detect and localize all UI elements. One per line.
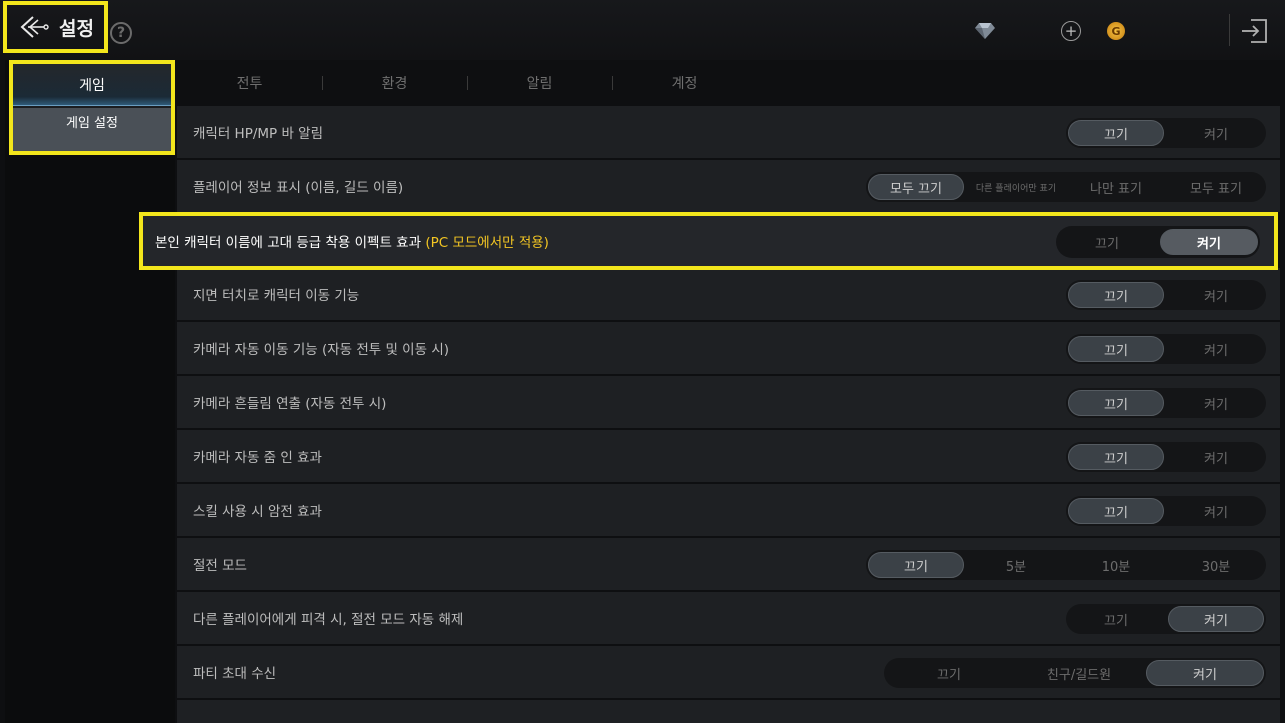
setting-label: 파티 초대 수신 <box>193 666 277 682</box>
option-30min[interactable]: 30분 <box>1168 552 1264 578</box>
tab-account[interactable]: 계정 <box>612 73 757 93</box>
option-off[interactable]: 끄기 <box>1068 606 1164 632</box>
toggle-group: 끄기 친구/길드원 켜기 <box>884 658 1266 688</box>
toggle-group: 끄기 켜기 <box>1066 334 1266 364</box>
tab-combat[interactable]: 전투 <box>177 73 322 93</box>
tab-environment[interactable]: 환경 <box>322 73 467 93</box>
setting-row-touch-move: 지면 터치로 캐릭터 이동 기능 끄기 켜기 <box>177 268 1280 320</box>
setting-row-partial <box>177 700 1280 723</box>
setting-row-party-invite: 파티 초대 수신 끄기 친구/길드원 켜기 <box>177 646 1280 698</box>
gold-coin-icon: G <box>1107 22 1125 40</box>
option-on[interactable]: 켜기 <box>1168 498 1264 524</box>
option-off[interactable]: 끄기 <box>1058 229 1156 255</box>
setting-label-text: 본인 캐릭터 이름에 고대 등급 착용 이펙트 효과 <box>155 235 426 251</box>
toggle-group: 모두 끄기 다른 플레이어만 표기 나만 표기 모두 표기 <box>866 172 1266 202</box>
setting-label: 본인 캐릭터 이름에 고대 등급 착용 이펙트 효과 (PC 모드에서만 적용) <box>155 231 549 251</box>
setting-label: 캐릭터 HP/MP 바 알림 <box>193 126 324 142</box>
option-me-only[interactable]: 나만 표기 <box>1068 174 1164 200</box>
option-off[interactable]: 끄기 <box>886 660 1012 686</box>
option-on[interactable]: 켜기 <box>1168 282 1264 308</box>
sidebar-item-game[interactable]: 게임 <box>13 64 171 106</box>
setting-row-player-info: 플레이어 정보 표시 (이름, 길드 이름) 모두 끄기 다른 플레이어만 표기… <box>177 160 1280 212</box>
toggle-group: 끄기 켜기 <box>1056 226 1260 258</box>
option-off[interactable]: 끄기 <box>1068 390 1164 416</box>
toggle-group: 끄기 켜기 <box>1066 388 1266 418</box>
option-off[interactable]: 끄기 <box>1068 498 1164 524</box>
option-on[interactable]: 켜기 <box>1168 444 1264 470</box>
option-off[interactable]: 끄기 <box>1068 120 1164 146</box>
option-5min[interactable]: 5분 <box>968 552 1064 578</box>
sidebar-menu: 게임 게임 설정 <box>9 60 175 155</box>
toggle-group: 끄기 켜기 <box>1066 280 1266 310</box>
option-off[interactable]: 끄기 <box>1068 282 1164 308</box>
option-on[interactable]: 켜기 <box>1168 336 1264 362</box>
setting-label: 카메라 자동 줌 인 효과 <box>193 450 322 466</box>
top-bar: 설정 ? + G <box>0 0 1285 60</box>
option-off[interactable]: 끄기 <box>1068 336 1164 362</box>
toggle-group: 끄기 켜기 <box>1066 496 1266 526</box>
back-arrow-icon <box>20 16 49 38</box>
option-off[interactable]: 끄기 <box>868 552 964 578</box>
exit-icon[interactable] <box>1240 16 1270 46</box>
divider <box>1229 14 1230 46</box>
setting-row-power-save-release: 다른 플레이어에게 피격 시, 절전 모드 자동 해제 끄기 켜기 <box>177 592 1280 644</box>
setting-label: 플레이어 정보 표시 (이름, 길드 이름) <box>193 180 404 196</box>
sidebar <box>5 60 175 723</box>
setting-label: 카메라 자동 이동 기능 (자동 전투 및 이동 시) <box>193 342 450 358</box>
diamond-icon <box>975 23 995 39</box>
option-others-only[interactable]: 다른 플레이어만 표기 <box>968 174 1064 200</box>
option-on[interactable]: 켜기 <box>1168 390 1264 416</box>
help-icon[interactable]: ? <box>110 22 132 44</box>
setting-row-hpmp-alert: 캐릭터 HP/MP 바 알림 끄기 켜기 <box>177 106 1280 158</box>
setting-label: 절전 모드 <box>193 558 247 574</box>
setting-row-camera-auto-move: 카메라 자동 이동 기능 (자동 전투 및 이동 시) 끄기 켜기 <box>177 322 1280 374</box>
setting-row-skill-darken: 스킬 사용 시 암전 효과 끄기 켜기 <box>177 484 1280 536</box>
option-friends-guild[interactable]: 친구/길드원 <box>1016 660 1142 686</box>
page-title: 설정 <box>59 17 94 40</box>
option-all-off[interactable]: 모두 끄기 <box>868 174 964 200</box>
option-on[interactable]: 켜기 <box>1168 120 1264 146</box>
setting-row-ancient-effect: 본인 캐릭터 이름에 고대 등급 착용 이펙트 효과 (PC 모드에서만 적용)… <box>139 212 1278 270</box>
setting-label: 스킬 사용 시 암전 효과 <box>193 504 322 520</box>
tab-notifications[interactable]: 알림 <box>467 73 612 93</box>
setting-label: 다른 플레이어에게 피격 시, 절전 모드 자동 해제 <box>193 612 464 628</box>
option-on[interactable]: 켜기 <box>1168 606 1264 632</box>
option-off[interactable]: 끄기 <box>1068 444 1164 470</box>
setting-row-camera-shake: 카메라 흔들림 연출 (자동 전투 시) 끄기 켜기 <box>177 376 1280 428</box>
setting-row-power-save: 절전 모드 끄기 5분 10분 30분 <box>177 538 1280 590</box>
plus-icon[interactable]: + <box>1061 21 1081 41</box>
tab-bar: 전투 환경 알림 계정 <box>177 60 1285 105</box>
back-button[interactable]: 설정 <box>3 1 108 53</box>
option-all-on[interactable]: 모두 표기 <box>1168 174 1264 200</box>
setting-label: 카메라 흔들림 연출 (자동 전투 시) <box>193 396 387 412</box>
sidebar-item-game-settings[interactable]: 게임 설정 <box>13 108 171 151</box>
option-on[interactable]: 켜기 <box>1160 229 1258 255</box>
toggle-group: 끄기 켜기 <box>1066 442 1266 472</box>
toggle-group: 끄기 5분 10분 30분 <box>866 550 1266 580</box>
setting-label: 지면 터치로 캐릭터 이동 기능 <box>193 288 360 304</box>
toggle-group: 끄기 켜기 <box>1066 604 1266 634</box>
option-10min[interactable]: 10분 <box>1068 552 1164 578</box>
setting-row-camera-zoom: 카메라 자동 줌 인 효과 끄기 켜기 <box>177 430 1280 482</box>
setting-label-note: (PC 모드에서만 적용) <box>425 235 549 251</box>
option-on[interactable]: 켜기 <box>1146 660 1264 686</box>
toggle-group: 끄기 켜기 <box>1066 118 1266 148</box>
